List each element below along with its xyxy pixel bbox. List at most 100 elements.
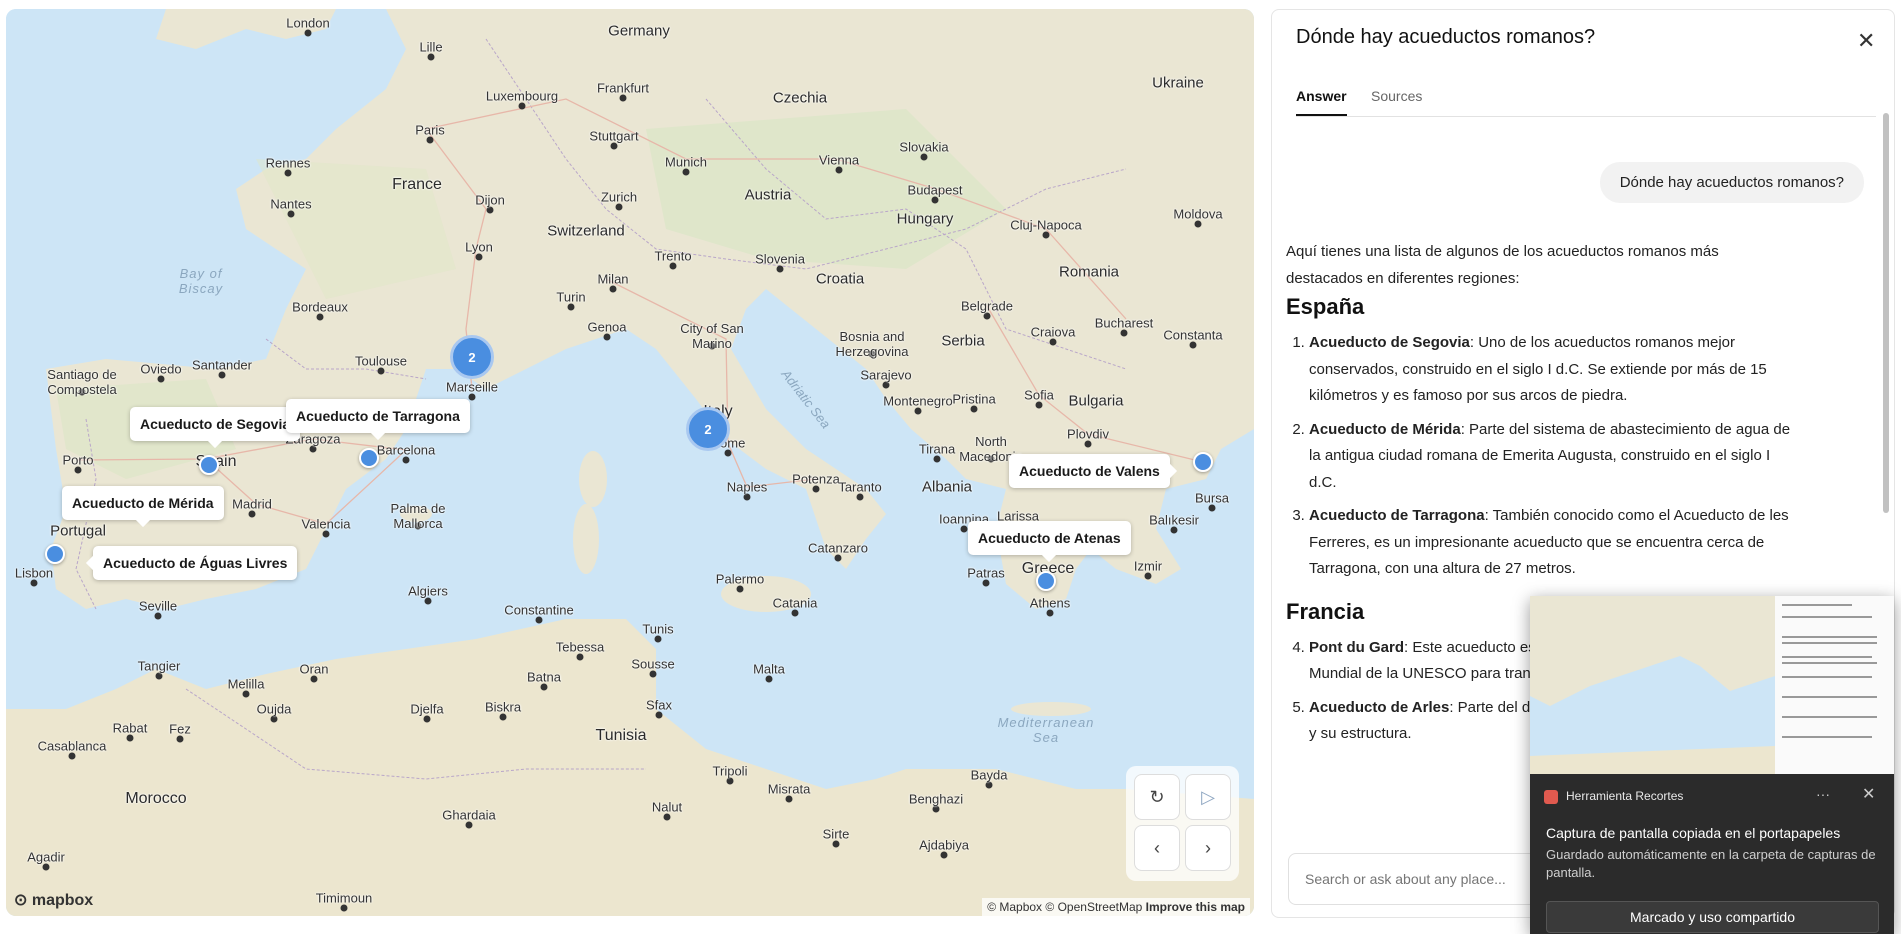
place-label: Germany xyxy=(608,22,670,40)
place-label: Zurich xyxy=(600,189,638,205)
tab-sources[interactable]: Sources xyxy=(1371,88,1422,114)
aqueduct-marker[interactable] xyxy=(1036,571,1056,591)
notification-message: Captura de pantalla copiada en el portap… xyxy=(1546,825,1841,841)
popup-acueducto-segovia[interactable]: Acueducto de Segovia xyxy=(130,407,301,441)
place-label: Algiers xyxy=(408,583,448,599)
place-label: Tirana xyxy=(918,441,956,457)
city-dot xyxy=(856,493,864,501)
aqueduct-marker[interactable] xyxy=(199,455,219,475)
place-label: Trento xyxy=(654,248,692,264)
place-label: Izmir xyxy=(1133,558,1163,574)
snipping-tool-notification[interactable]: Herramienta Recortes ··· ✕ Captura de pa… xyxy=(1530,596,1894,934)
city-dot xyxy=(377,367,385,375)
close-icon[interactable]: ✕ xyxy=(1857,28,1875,54)
city-dot xyxy=(1208,504,1216,512)
aqueduct-marker[interactable] xyxy=(359,448,379,468)
map-view[interactable]: London Germany Luxembourg Frankfurt Czechia L… xyxy=(6,9,1254,916)
place-label: Lyon xyxy=(465,239,493,255)
place-label: Bosnia and Herzegovina xyxy=(835,329,909,359)
popup-acueducto-aguas-livres[interactable]: Acueducto de Águas Livres xyxy=(93,546,298,580)
place-label: Craiova xyxy=(1030,324,1076,340)
aqueduct-name: Acueducto de Mérida xyxy=(1309,420,1461,438)
place-label: Catanzaro xyxy=(808,540,868,556)
place-label: Marseille xyxy=(445,379,499,395)
notification-close-icon[interactable]: ✕ xyxy=(1862,784,1875,804)
place-label: Oujda xyxy=(256,701,292,717)
place-label: Constantine xyxy=(504,602,574,618)
list-item: Acueducto de Segovia: Uno de los acueduc… xyxy=(1309,330,1796,410)
place-label: Tebessa xyxy=(555,639,605,655)
city-dot xyxy=(655,711,663,719)
city-dot xyxy=(765,675,773,683)
city-dot xyxy=(535,616,543,624)
city-dot xyxy=(402,456,410,464)
aqueduct-marker[interactable] xyxy=(1193,452,1213,472)
aqueduct-name: Pont du Gard xyxy=(1309,638,1404,656)
place-label: Constanta xyxy=(1163,327,1223,343)
city-dot xyxy=(465,821,473,829)
screenshot-thumbnail[interactable] xyxy=(1530,596,1894,774)
city-dot xyxy=(322,530,330,538)
popup-acueducto-tarragona[interactable]: Acueducto de Tarragona xyxy=(286,399,470,433)
place-label: Djelfa xyxy=(410,701,444,717)
place-label: Naples xyxy=(726,479,768,495)
place-label: Dijon xyxy=(475,192,505,208)
city-dot xyxy=(931,196,939,204)
place-label: Patras xyxy=(967,565,1005,581)
place-label: Belgrade xyxy=(960,298,1014,314)
city-dot xyxy=(669,262,677,270)
answer-intro: Aquí tienes una lista de algunos de los … xyxy=(1286,243,1719,287)
place-label: Serbia xyxy=(941,332,985,350)
markup-share-button[interactable]: Marcado y uso compartido xyxy=(1546,901,1879,933)
city-dot xyxy=(1189,341,1197,349)
place-label: Morocco xyxy=(125,790,187,807)
place-label: Ajdabiya xyxy=(919,837,969,853)
city-dot xyxy=(1120,329,1128,337)
more-options-icon[interactable]: ··· xyxy=(1816,786,1830,802)
play-button[interactable]: ▷ xyxy=(1185,774,1231,820)
place-label: Misrata xyxy=(767,781,811,797)
place-label: Balıkesir xyxy=(1149,512,1199,528)
city-dot xyxy=(982,579,990,587)
city-dot xyxy=(985,781,993,789)
section-heading: España xyxy=(1286,294,1365,319)
next-button[interactable]: › xyxy=(1185,825,1231,871)
place-label: Romania xyxy=(1058,263,1120,281)
place-label: Nalut xyxy=(651,799,683,815)
refresh-button[interactable]: ↻ xyxy=(1134,774,1180,820)
place-label: Pristina xyxy=(952,391,996,407)
aqueduct-marker[interactable] xyxy=(45,544,65,564)
popup-acueducto-valens[interactable]: Acueducto de Valens xyxy=(1009,454,1170,488)
map-attribution: © Mapbox © OpenStreetMap Improve this ma… xyxy=(982,898,1250,916)
place-label: Stuttgart xyxy=(589,128,639,144)
city-dot xyxy=(1046,609,1054,617)
scrollbar-thumb[interactable] xyxy=(1883,113,1889,513)
sea-label: Mediterranean Sea xyxy=(997,715,1095,745)
improve-map-link[interactable]: Improve this map xyxy=(1146,900,1245,914)
osm-attribution-link[interactable]: © OpenStreetMap xyxy=(1045,900,1142,914)
snipping-tool-icon xyxy=(1544,789,1558,804)
mapbox-attribution-link[interactable]: © Mapbox xyxy=(987,900,1042,914)
place-label: Fez xyxy=(169,721,191,737)
place-label: Lille xyxy=(419,39,443,55)
city-dot xyxy=(663,813,671,821)
popup-acueducto-atenas[interactable]: Acueducto de Atenas xyxy=(968,521,1131,555)
city-dot xyxy=(724,449,732,457)
place-label: Tunisia xyxy=(595,727,647,744)
tab-answer[interactable]: Answer xyxy=(1296,88,1347,116)
place-label: Vienna xyxy=(818,152,860,168)
place-label: Lisbon xyxy=(14,565,54,581)
city-dot xyxy=(287,210,295,218)
previous-button[interactable]: ‹ xyxy=(1134,825,1180,871)
city-dot xyxy=(567,303,575,311)
place-label: Barcelona xyxy=(376,442,436,458)
marker-cluster[interactable]: 2 xyxy=(686,407,730,451)
scrollbar[interactable] xyxy=(1881,105,1889,515)
place-label: Tangier xyxy=(137,658,181,674)
place-label: Moldova xyxy=(1173,206,1223,222)
city-dot xyxy=(970,405,978,413)
city-dot xyxy=(615,203,623,211)
popup-acueducto-merida[interactable]: Acueducto de Mérida xyxy=(62,486,224,520)
place-label: Santiago de Compostela xyxy=(47,367,117,397)
marker-cluster[interactable]: 2 xyxy=(450,335,494,379)
